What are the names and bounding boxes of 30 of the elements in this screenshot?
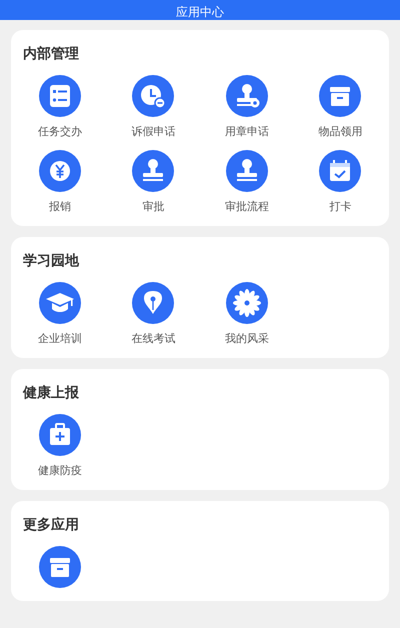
app-icon[interactable] <box>38 545 82 589</box>
app-label[interactable]: 物品领用 <box>318 125 362 139</box>
app-icon[interactable] <box>38 74 82 118</box>
app-icon[interactable] <box>224 74 269 118</box>
app-icon[interactable] <box>38 281 82 325</box>
app-label[interactable]: 我的风采 <box>224 332 269 346</box>
section-title: 更多应用 <box>22 516 80 535</box>
app-icon[interactable] <box>318 149 362 193</box>
header-title: 应用中心 <box>176 4 224 20</box>
app-icon[interactable] <box>224 281 269 325</box>
app-icon[interactable] <box>318 74 362 118</box>
app-label[interactable]: 企业培训 <box>38 332 82 346</box>
app-icon[interactable] <box>38 413 82 457</box>
section-title: 学习园地 <box>22 252 80 271</box>
app-icon[interactable] <box>131 149 176 193</box>
app-label[interactable]: 用章申话 <box>224 125 269 139</box>
app-icon[interactable] <box>131 281 176 325</box>
app-label[interactable]: 审批 <box>142 200 164 214</box>
app-icon[interactable] <box>38 149 82 193</box>
app-label[interactable]: 健康防疫 <box>38 464 82 478</box>
app-label[interactable]: 报销 <box>48 200 71 214</box>
section-title: 健康上报 <box>22 384 80 403</box>
app-label[interactable]: 任务交办 <box>38 125 82 139</box>
app-label[interactable]: 在线考试 <box>131 332 176 346</box>
app-icon[interactable] <box>131 74 176 118</box>
section-title: 内部管理 <box>22 44 80 64</box>
app-label[interactable]: 打卡 <box>329 200 352 214</box>
app-icon[interactable] <box>224 149 269 193</box>
app-label[interactable]: 诉假申话 <box>131 125 176 139</box>
app-label[interactable]: 审批流程 <box>224 200 269 214</box>
